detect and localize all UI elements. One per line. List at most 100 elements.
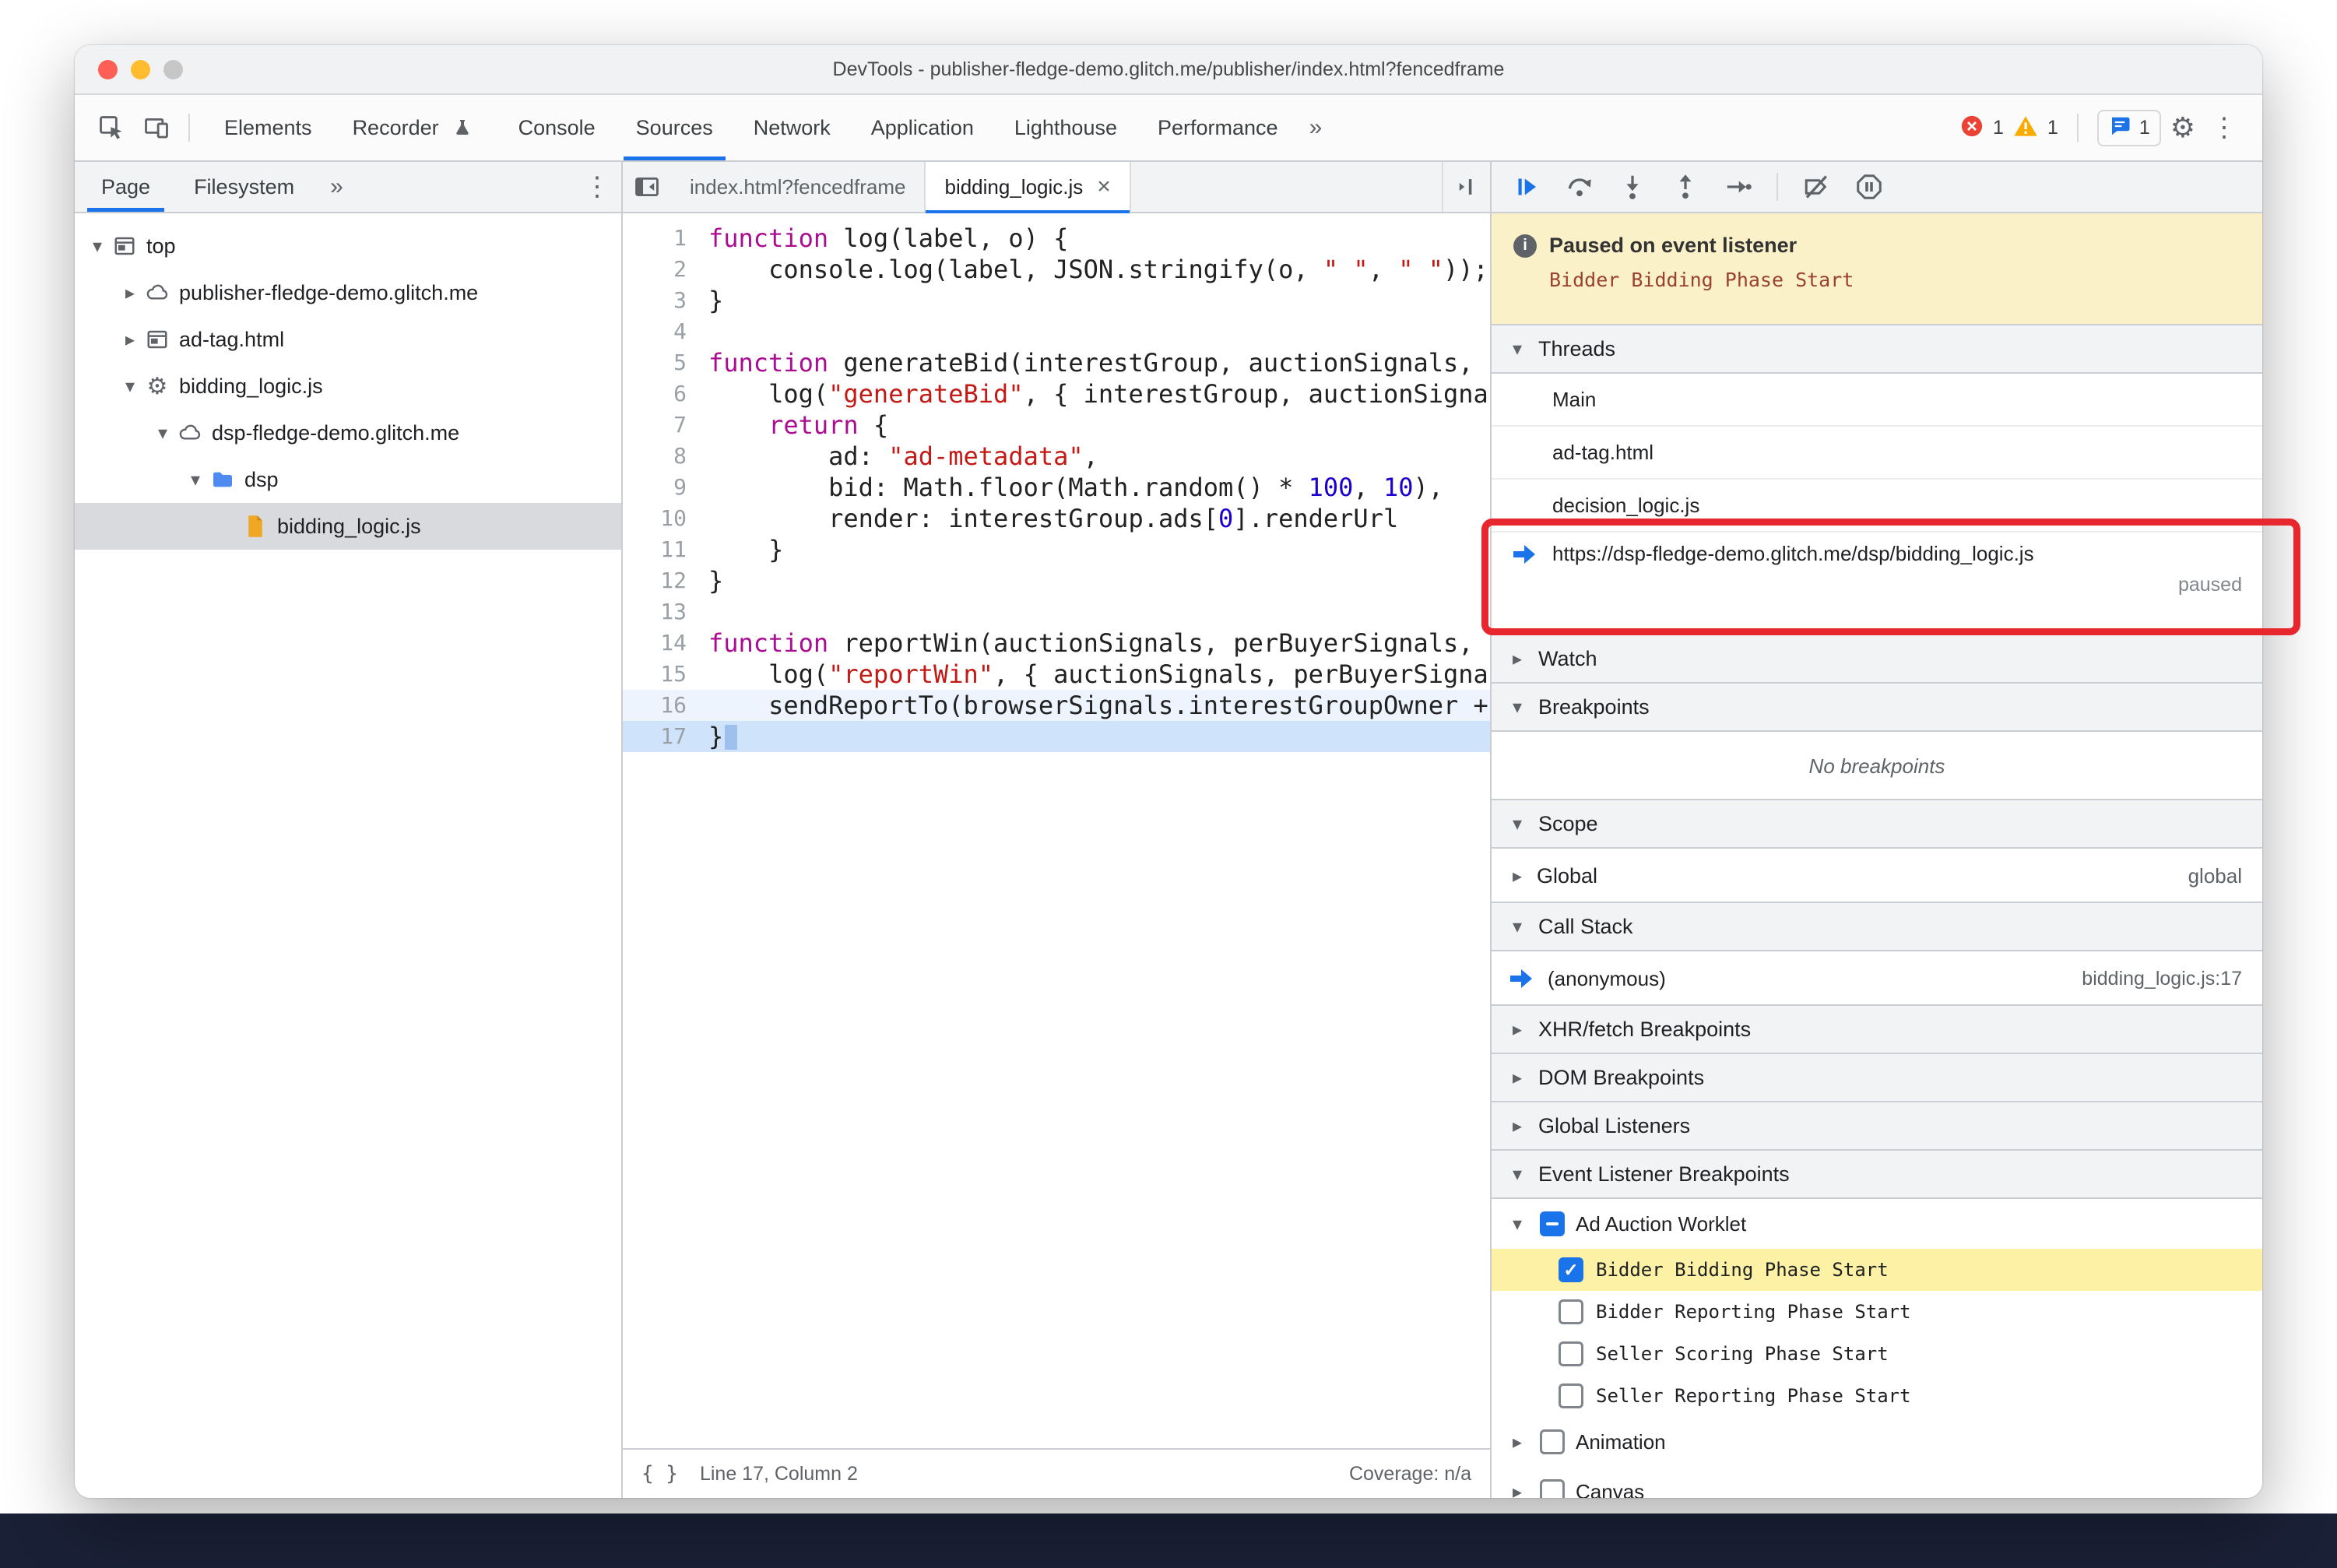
tree-item-dsp-fledge-demo-glitch-me[interactable]: dsp-fledge-demo.glitch.me [75, 410, 621, 456]
section-xhr-breakpoints[interactable]: XHR/fetch Breakpoints [1492, 1004, 2262, 1054]
minimize-window-button[interactable] [131, 59, 150, 79]
code-line-7[interactable]: 7 return { [623, 410, 1490, 441]
line-number[interactable]: 6 [623, 378, 708, 410]
settings-gear-icon[interactable]: ⚙ [2170, 114, 2195, 142]
code-line-11[interactable]: 11 } [623, 534, 1490, 565]
section-dom-breakpoints[interactable]: DOM Breakpoints [1492, 1053, 2262, 1102]
checkbox-unchecked-icon[interactable] [1540, 1429, 1565, 1454]
device-toolbar-icon[interactable] [134, 105, 179, 150]
toggle-navigator-icon[interactable] [623, 162, 671, 212]
checkbox-indeterminate-icon[interactable] [1540, 1211, 1565, 1236]
section-breakpoints[interactable]: Breakpoints [1492, 682, 2262, 732]
thread-row-current[interactable]: https://dsp-fledge-demo.glitch.me/dsp/bi… [1492, 533, 2262, 635]
editor-tab-bidding-logic-js[interactable]: bidding_logic.js × [926, 162, 1131, 213]
line-number[interactable]: 10 [623, 503, 708, 534]
disclosure-triangle-icon[interactable] [118, 282, 142, 304]
section-threads[interactable]: Threads [1492, 324, 2262, 374]
elb-item-bidder-reporting-phase-start[interactable]: Bidder Reporting Phase Start [1492, 1291, 2262, 1333]
scope-row-global[interactable]: Global global [1492, 849, 2262, 903]
code-line-4[interactable]: 4 [623, 316, 1490, 347]
zoom-window-button[interactable] [163, 59, 183, 79]
close-tab-icon[interactable]: × [1097, 175, 1111, 199]
line-number[interactable]: 17 [623, 721, 708, 752]
line-number[interactable]: 12 [623, 565, 708, 596]
issues-counter[interactable]: 1 [2096, 109, 2161, 146]
code-line-9[interactable]: 9 bid: Math.floor(Math.random() * 100, 1… [623, 472, 1490, 503]
checkbox-unchecked-icon[interactable] [1540, 1479, 1565, 1498]
line-number[interactable]: 2 [623, 254, 708, 285]
line-number[interactable]: 3 [623, 285, 708, 316]
panel-tab-elements[interactable]: Elements [204, 95, 332, 160]
disclosure-triangle-icon[interactable] [151, 422, 174, 445]
tree-item-bidding-logic-js[interactable]: ⚙ bidding_logic.js [75, 363, 621, 410]
line-number[interactable]: 14 [623, 628, 708, 659]
tree-item-top[interactable]: top [75, 223, 621, 269]
navigator-menu-kebab-icon[interactable]: ⋮ [578, 174, 617, 200]
warning-badge-icon[interactable] [2013, 115, 2038, 141]
call-stack-frame[interactable]: (anonymous) bidding_logic.js:17 [1492, 951, 2262, 1006]
more-navigator-tabs-chevron[interactable]: » [319, 174, 354, 200]
toggle-debugger-icon[interactable] [1442, 162, 1490, 212]
panel-tab-lighthouse[interactable]: Lighthouse [994, 95, 1137, 160]
panel-tab-sources[interactable]: Sources [616, 95, 733, 160]
disclosure-triangle-icon[interactable] [184, 469, 207, 491]
disclosure-triangle-icon[interactable] [1506, 1481, 1529, 1499]
tree-item-dsp[interactable]: dsp [75, 456, 621, 503]
code-line-17[interactable]: 17} [623, 721, 1490, 752]
elb-item-bidder-bidding-phase-start[interactable]: Bidder Bidding Phase Start [1492, 1249, 2262, 1291]
code-line-10[interactable]: 10 render: interestGroup.ads[0].renderUr… [623, 503, 1490, 534]
line-number[interactable]: 13 [623, 596, 708, 628]
section-global-listeners[interactable]: Global Listeners [1492, 1101, 2262, 1151]
line-number[interactable]: 11 [623, 534, 708, 565]
more-panels-chevron[interactable]: » [1299, 114, 1334, 141]
checkbox-unchecked-icon[interactable] [1559, 1299, 1583, 1324]
panel-tab-performance[interactable]: Performance [1137, 95, 1299, 160]
code-line-12[interactable]: 12} [623, 565, 1490, 596]
section-watch[interactable]: Watch [1492, 634, 2262, 684]
checkbox-unchecked-icon[interactable] [1559, 1341, 1583, 1366]
line-number[interactable]: 1 [623, 223, 708, 254]
close-window-button[interactable] [98, 59, 118, 79]
pretty-print-icon[interactable]: { } [641, 1462, 678, 1485]
deactivate-breakpoints-button[interactable] [1792, 165, 1840, 209]
panel-tab-network[interactable]: Network [733, 95, 851, 160]
code-line-8[interactable]: 8 ad: "ad-metadata", [623, 441, 1490, 472]
step-into-button[interactable] [1608, 165, 1657, 209]
code-line-3[interactable]: 3} [623, 285, 1490, 316]
editor-tab-index-html-fencedframe[interactable]: index.html?fencedframe [671, 162, 926, 212]
code-line-16[interactable]: 16 sendReportTo(browserSignals.interestG… [623, 690, 1490, 721]
elb-group-ad-auction-worklet[interactable]: Ad Auction Worklet [1492, 1199, 2262, 1249]
elb-item-seller-scoring-phase-start[interactable]: Seller Scoring Phase Start [1492, 1333, 2262, 1375]
resume-script-execution-button[interactable] [1502, 165, 1551, 209]
step-over-button[interactable] [1555, 165, 1604, 209]
panel-tab-console[interactable]: Console [498, 95, 616, 160]
panel-tab-recorder[interactable]: Recorder [332, 95, 498, 160]
code-line-15[interactable]: 15 log("reportWin", { auctionSignals, pe… [623, 659, 1490, 690]
section-event-listener-breakpoints[interactable]: Event Listener Breakpoints [1492, 1149, 2262, 1199]
pause-on-exceptions-button[interactable] [1845, 165, 1893, 209]
elb-group-canvas[interactable]: Canvas [1492, 1467, 2262, 1498]
thread-row[interactable]: ad-tag.html [1492, 427, 2262, 480]
thread-row[interactable]: Main [1492, 374, 2262, 427]
code-line-5[interactable]: 5 function generateBid(interestGroup, auc… [623, 347, 1490, 378]
elb-group-animation[interactable]: Animation [1492, 1417, 2262, 1467]
disclosure-triangle-icon[interactable] [118, 329, 142, 351]
disclosure-triangle-icon[interactable] [1506, 1213, 1529, 1236]
thread-row[interactable]: decision_logic.js [1492, 480, 2262, 533]
panel-tab-application[interactable]: Application [851, 95, 994, 160]
step-out-button[interactable] [1661, 165, 1710, 209]
tree-item-bidding-logic-js[interactable]: bidding_logic.js [75, 503, 621, 550]
code-editor[interactable]: 1 function log(label, o) {2 console.log(l… [623, 213, 1490, 1448]
code-line-13[interactable]: 13 [623, 596, 1490, 628]
checkbox-checked-icon[interactable] [1559, 1257, 1583, 1282]
line-number[interactable]: 7 [623, 410, 708, 441]
checkbox-unchecked-icon[interactable] [1559, 1383, 1583, 1408]
error-badge-icon[interactable] [1960, 114, 1984, 142]
line-number[interactable]: 4 [623, 316, 708, 347]
disclosure-triangle-icon[interactable] [1506, 1431, 1529, 1454]
section-scope[interactable]: Scope [1492, 799, 2262, 849]
step-button[interactable] [1714, 165, 1762, 209]
disclosure-triangle-icon[interactable] [1506, 865, 1529, 888]
line-number[interactable]: 9 [623, 472, 708, 503]
code-line-14[interactable]: 14 function reportWin(auctionSignals, per… [623, 628, 1490, 659]
